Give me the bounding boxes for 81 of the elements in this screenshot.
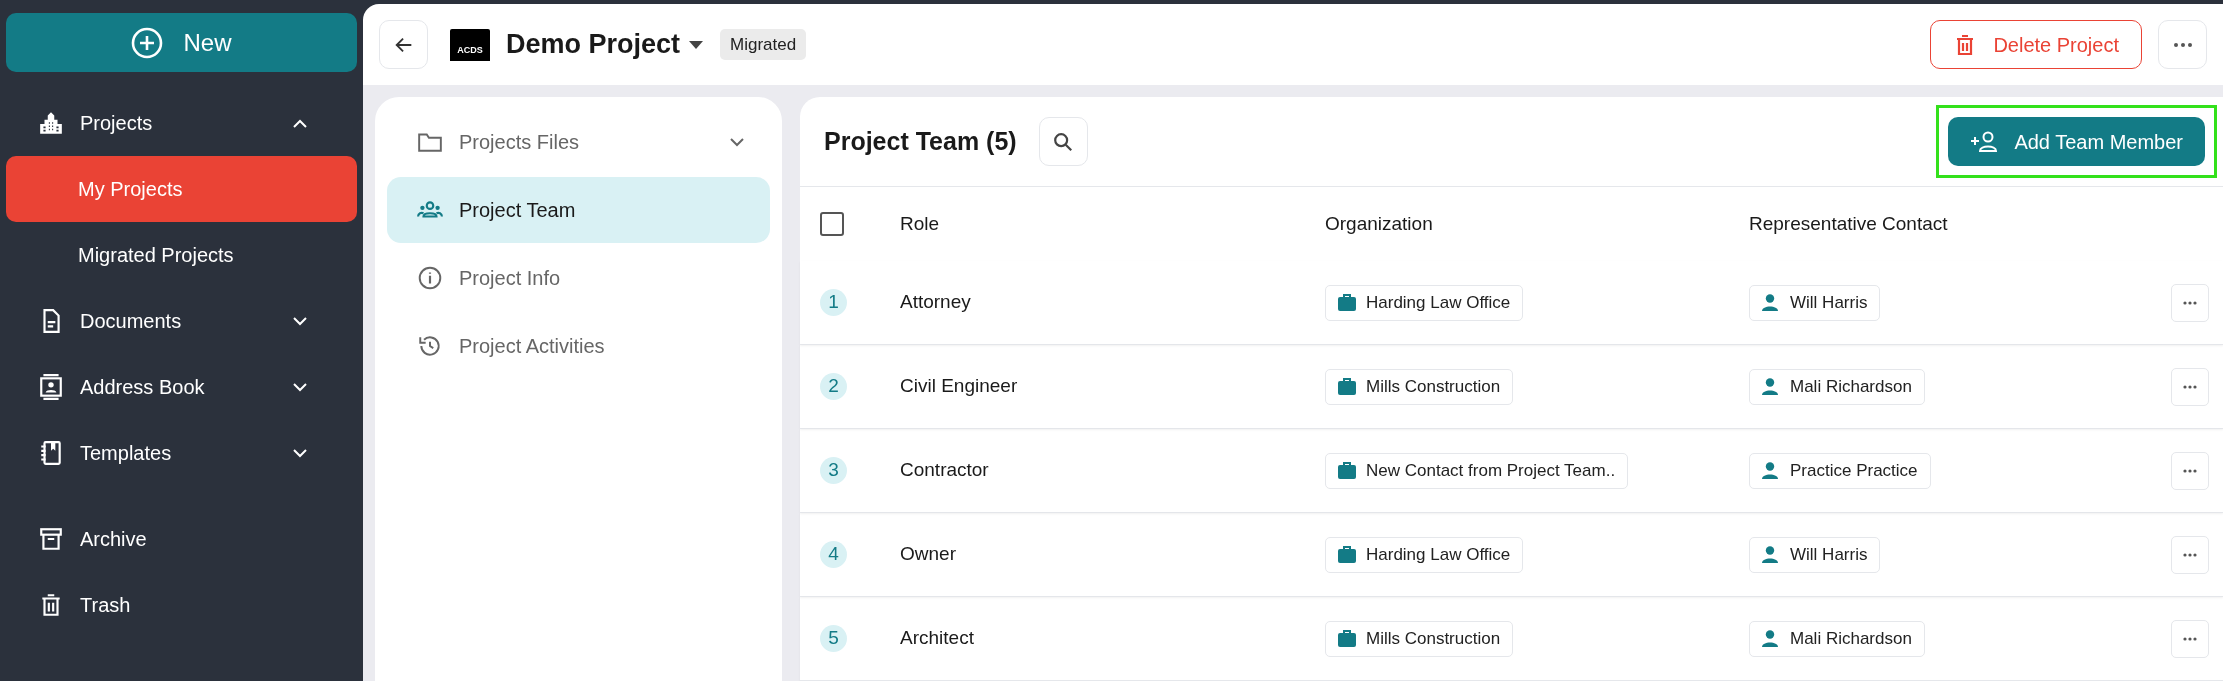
- column-header: Organization: [1325, 211, 1433, 236]
- contact-chip[interactable]: Mali Richardson: [1749, 620, 1925, 657]
- project-nav-item[interactable]: Projects Files: [387, 109, 770, 175]
- chevron-icon: [730, 137, 744, 147]
- row-number: 5: [820, 625, 847, 652]
- contact-chip[interactable]: Practice Practice: [1749, 452, 1931, 489]
- person-icon: [1762, 546, 1778, 563]
- project-logo: ACDS: [450, 28, 490, 61]
- chevron-icon: [293, 316, 307, 326]
- chevron-icon: [293, 448, 307, 458]
- organization-chip[interactable]: Mills Construction: [1325, 368, 1514, 405]
- info-icon: [417, 265, 443, 291]
- status-badge: Migrated: [720, 28, 807, 61]
- delete-project-button[interactable]: Delete Project: [1930, 20, 2142, 69]
- briefcase-icon: [1338, 630, 1356, 647]
- organization-chip[interactable]: Harding Law Office: [1325, 536, 1524, 573]
- sidebar-item[interactable]: Trash: [6, 572, 357, 638]
- contact-chip[interactable]: Will Harris: [1749, 536, 1881, 573]
- briefcase-icon: [1338, 378, 1356, 395]
- more-button[interactable]: [2158, 20, 2207, 69]
- more-icon: [2173, 42, 2192, 47]
- column-header: Role: [900, 211, 940, 236]
- row-more-button[interactable]: [2171, 283, 2209, 322]
- notebook-icon: [38, 440, 64, 466]
- row-more-button[interactable]: [2171, 367, 2209, 406]
- person-icon: [1762, 294, 1778, 311]
- more-icon: [2183, 552, 2197, 557]
- row-more-button[interactable]: [2171, 535, 2209, 574]
- role-cell-text: Civil Engineer: [900, 374, 1019, 399]
- more-icon: [2183, 468, 2197, 473]
- role-cell-text: Contractor: [900, 458, 990, 483]
- section-title: Project Team (5): [824, 125, 1017, 157]
- contact-card-icon: [38, 374, 64, 400]
- briefcase-icon: [1338, 462, 1356, 479]
- column-header: Representative Contact: [1749, 211, 1948, 236]
- project-nav-item[interactable]: Project Activities: [387, 313, 770, 379]
- person-icon: [1762, 378, 1778, 395]
- sidebar-item[interactable]: Documents: [6, 288, 357, 354]
- plus-circle-icon: [131, 26, 164, 59]
- briefcase-icon: [1338, 546, 1356, 563]
- briefcase-icon: [1338, 294, 1356, 311]
- project-nav-item[interactable]: Project Team: [387, 177, 770, 243]
- more-icon: [2183, 636, 2197, 641]
- dropdown-caret-icon[interactable]: [688, 39, 705, 50]
- more-icon: [2183, 384, 2197, 389]
- project-title: Demo Project: [506, 28, 681, 62]
- person-icon: [1762, 462, 1778, 479]
- search-icon: [1052, 130, 1075, 153]
- add-team-member-button[interactable]: Add Team Member: [1948, 117, 2205, 166]
- chevron-icon: [293, 118, 307, 128]
- row-number: 4: [820, 541, 847, 568]
- row-more-button[interactable]: [2171, 451, 2209, 490]
- sidebar-item[interactable]: Projects: [6, 90, 357, 156]
- row-number: 1: [820, 289, 847, 316]
- building-icon: [38, 110, 64, 136]
- sidebar-item[interactable]: Address Book: [6, 354, 357, 420]
- search-button[interactable]: [1038, 117, 1088, 166]
- organization-chip[interactable]: Harding Law Office: [1325, 284, 1524, 321]
- role-cell-text: Attorney: [900, 290, 972, 315]
- archive-icon: [38, 526, 64, 552]
- select-all-checkbox[interactable]: [820, 212, 844, 236]
- sidebar-subitem[interactable]: Migrated Projects: [6, 222, 357, 288]
- contact-chip[interactable]: Will Harris: [1749, 284, 1881, 321]
- new-button[interactable]: New: [6, 13, 357, 72]
- organization-chip[interactable]: New Contact from Project Team..: [1325, 452, 1629, 489]
- project-nav-item[interactable]: Project Info: [387, 245, 770, 311]
- chevron-icon: [293, 382, 307, 392]
- sidebar-subitem[interactable]: My Projects: [6, 156, 357, 222]
- row-more-button[interactable]: [2171, 619, 2209, 658]
- person-icon: [1762, 630, 1778, 647]
- sidebar-item[interactable]: Templates: [6, 420, 357, 486]
- contact-chip[interactable]: Mali Richardson: [1749, 368, 1925, 405]
- role-cell-text: Architect: [900, 626, 975, 651]
- sidebar-item[interactable]: Archive: [6, 506, 357, 572]
- role-cell-text: Owner: [900, 542, 957, 567]
- organization-chip[interactable]: Mills Construction: [1325, 620, 1514, 657]
- history-icon: [417, 333, 443, 359]
- row-number: 3: [820, 457, 847, 484]
- row-number: 2: [820, 373, 847, 400]
- more-icon: [2183, 300, 2197, 305]
- back-button[interactable]: [379, 20, 428, 69]
